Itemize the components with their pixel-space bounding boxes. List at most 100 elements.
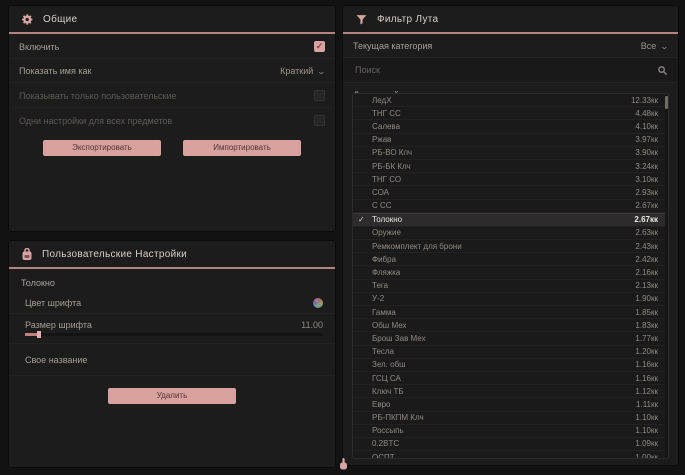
loot-item-name: СОА: [372, 188, 389, 197]
loot-item-name: ТНГ СО: [372, 175, 401, 184]
loot-item-value: 1.09кк: [635, 439, 658, 448]
loot-item-name: РБ-ВО Клч: [372, 148, 412, 157]
loot-row[interactable]: ГСЦ СА 1.16кк: [353, 372, 668, 385]
loot-item-name: Обш Мех: [372, 321, 406, 330]
loot-item-value: 1.90кк: [635, 294, 658, 303]
loot-item-value: 1.10кк: [635, 426, 658, 435]
font-color-row[interactable]: Цвет шрифта: [9, 292, 335, 314]
loot-row[interactable]: С СС2.67кк: [353, 200, 668, 213]
loot-row[interactable]: Оружие 2.63кк: [353, 227, 668, 240]
loot-row[interactable]: Фляжка2.16кк: [353, 266, 668, 279]
loot-row[interactable]: Зел. обш1.16кк: [353, 359, 668, 372]
loot-row[interactable]: Тесла1.20кк: [353, 346, 668, 359]
loot-item-name: С СС: [372, 201, 392, 210]
scrollbar-thumb[interactable]: [665, 96, 668, 109]
enable-row: Включить ✓: [9, 34, 335, 59]
font-size-slider-wrap: [9, 332, 335, 344]
slider-thumb[interactable]: [37, 331, 41, 338]
loot-row[interactable]: 0.2BTC 1.09кк: [353, 438, 668, 451]
loot-row[interactable]: РБ-БК Клч3.24кк: [353, 160, 668, 173]
loot-item-value: 4.10кк: [635, 122, 658, 131]
loot-item-name: Ключ ТБ: [372, 387, 404, 396]
loot-panel-title: Фильтр Лута: [377, 14, 438, 25]
loot-row[interactable]: ✓Толокно2.67кк: [353, 213, 668, 227]
loot-item-name: ГСЦ СА: [372, 374, 401, 383]
loot-row[interactable]: ТНГ СО 3.10кк: [353, 173, 668, 186]
loot-item-name: Фибра: [372, 255, 396, 264]
loot-row[interactable]: Гамма 1.85кк: [353, 306, 668, 319]
same-settings-checkbox[interactable]: [314, 115, 325, 126]
loot-row[interactable]: РБ-ВО Клч3.90кк: [353, 147, 668, 160]
loot-item-name: Брош Зав Мех: [372, 334, 426, 343]
loot-row[interactable]: Салева 4.10кк: [353, 120, 668, 133]
loot-item-value: 2.43кк: [635, 242, 658, 251]
category-label: Текущая категория: [353, 41, 432, 51]
loot-item-name: Тега: [372, 281, 388, 290]
loot-list: ЛедХ12.33ккТНГ СС4.48кк Салева 4.10кк Ржав3…: [352, 93, 669, 459]
delete-button[interactable]: Удалить: [108, 388, 236, 404]
loot-item-value: 3.10кк: [635, 175, 658, 184]
import-button[interactable]: Импортировать: [183, 140, 301, 156]
chevron-down-icon: ⌄: [317, 67, 326, 76]
loot-item-name: Гамма: [372, 308, 396, 317]
loot-row[interactable]: Ремкомплект для брони2.43кк: [353, 240, 668, 253]
same-settings-label: Одни настройки для всех предметов: [19, 116, 172, 126]
loot-row[interactable]: Обш Мех1.83кк: [353, 319, 668, 332]
loot-item-value: 1.77кк: [635, 334, 658, 343]
loot-row[interactable]: У-21.90кк: [353, 293, 668, 306]
loot-row[interactable]: ОСПТ1.00кк: [353, 451, 668, 459]
loot-item-value: 1.12кк: [635, 387, 658, 396]
loot-row[interactable]: ЛедХ12.33кк: [353, 94, 668, 107]
general-panel-title: Общие: [43, 14, 77, 25]
loot-item-value: 1.85кк: [635, 308, 658, 317]
export-button[interactable]: Экспортировать: [43, 140, 161, 156]
loot-item-value: 2.16кк: [635, 268, 658, 277]
same-settings-row: Одни настройки для всех предметов: [9, 108, 335, 132]
font-size-slider[interactable]: [25, 333, 323, 336]
loot-item-name: ТНГ СС: [372, 109, 401, 118]
loot-item-name: Зел. обш: [372, 360, 406, 369]
custom-panel-header: Пользовательские Настройки: [9, 241, 335, 267]
loot-item-name: Оружие: [372, 228, 401, 237]
loot-row[interactable]: РБ-ПКПМ Клч1.10кк: [353, 412, 668, 425]
loot-item-name: Салева: [372, 122, 400, 131]
show-name-dropdown[interactable]: Краткий ⌄: [280, 66, 325, 76]
search-input[interactable]: [353, 64, 637, 76]
font-size-row: Размер шрифта 11.00: [9, 314, 335, 332]
loot-row[interactable]: СОА2.93кк: [353, 186, 668, 199]
loot-item-value: 2.13кк: [635, 281, 658, 290]
loot-row[interactable]: Россыпь1.10кк: [353, 425, 668, 438]
enable-checkbox[interactable]: ✓: [314, 41, 325, 52]
color-wheel-icon[interactable]: [313, 298, 323, 308]
font-color-label: Цвет шрифта: [25, 298, 81, 308]
loot-row[interactable]: Фибра2.42кк: [353, 253, 668, 266]
loot-row[interactable]: Ржав3.97кк: [353, 134, 668, 147]
loot-item-name: Евро: [372, 400, 390, 409]
loot-row[interactable]: Евро 1.11кк: [353, 398, 668, 411]
custom-name-input[interactable]: [169, 354, 323, 366]
loot-row[interactable]: Брош Зав Мех 1.77кк: [353, 332, 668, 345]
loot-row[interactable]: ТНГ СС4.48кк: [353, 107, 668, 120]
loot-item-value: 2.63кк: [635, 228, 658, 237]
only-custom-checkbox[interactable]: [314, 90, 325, 101]
loot-item-value: 1.11кк: [636, 400, 658, 409]
chevron-down-icon: ⌄: [660, 42, 669, 51]
loot-item-value: 1.16кк: [635, 374, 658, 383]
loot-item-name: 0.2BTC: [372, 439, 399, 448]
custom-panel-title: Пользовательские Настройки: [42, 249, 187, 260]
export-import-row: Экспортировать Импортировать: [9, 132, 335, 162]
loot-item-value: 1.20кк: [635, 347, 658, 356]
custom-name-label: Свое название: [25, 355, 87, 365]
loot-item-name: Толокно: [372, 215, 402, 224]
hand-cursor-icon: [339, 457, 348, 475]
loot-item-value: 12.33кк: [631, 96, 658, 105]
loot-row[interactable]: Ключ ТБ 1.12кк: [353, 385, 668, 398]
loot-row[interactable]: Тега 2.13кк: [353, 280, 668, 293]
mcm-settings-screen: { "colors": { "accent": "#d8a3a3", "pane…: [0, 0, 685, 473]
search-icon[interactable]: [657, 65, 668, 76]
scrollbar-track[interactable]: [665, 94, 668, 458]
loot-panel-header: Фильтр Лута: [343, 6, 678, 32]
show-name-label: Показать имя как: [19, 66, 91, 76]
category-dropdown[interactable]: Все ⌄: [641, 41, 668, 51]
loot-filter-panel: Фильтр Лута Текущая категория Все ⌄ Дост…: [342, 5, 679, 466]
